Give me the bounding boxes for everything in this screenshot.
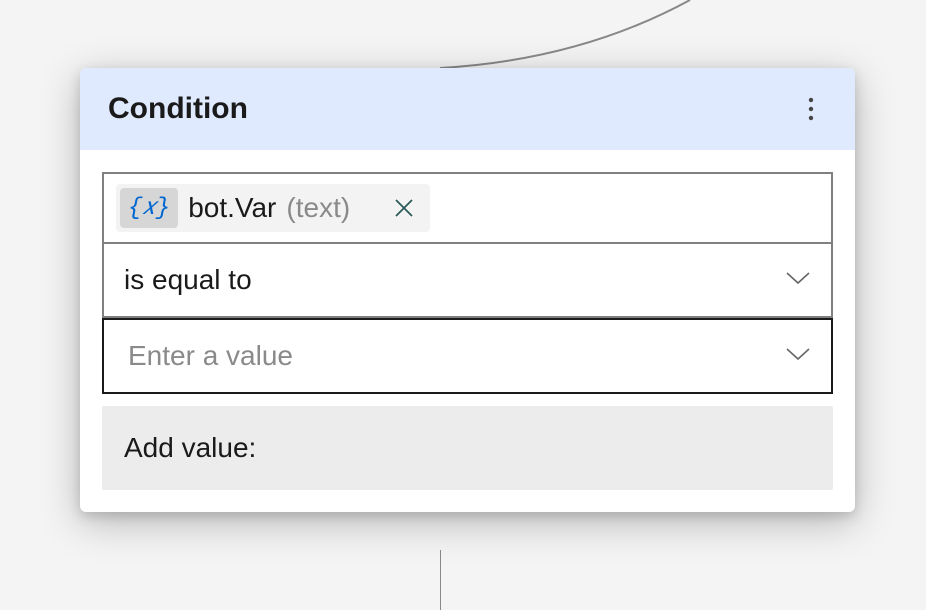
value-placeholder: Enter a value [128,340,293,372]
add-value-header: Add value: [124,432,811,464]
operator-dropdown[interactable]: is equal to [102,244,833,318]
close-icon [394,198,414,218]
card-body: {𝑥} bot.Var (text) is equal to Ente [80,150,855,512]
chevron-down-icon [785,346,811,367]
variable-chip: {𝑥} bot.Var (text) [116,184,430,232]
more-vertical-icon [808,97,814,121]
value-input[interactable]: Enter a value [102,318,833,394]
card-title: Condition [108,92,248,126]
more-options-button[interactable] [795,93,827,125]
add-value-panel: Add value: [102,406,833,490]
remove-variable-button[interactable] [394,198,414,218]
card-header: Condition [80,68,855,150]
variable-icon: {𝑥} [120,188,178,228]
variable-type-label: (text) [286,192,350,224]
connector-bottom-line [440,550,470,610]
chevron-down-icon [785,270,811,291]
variable-name: bot.Var [188,192,276,224]
condition-card: Condition {𝑥} bot.Var (text) [80,68,855,512]
connector-top-line [440,0,740,70]
variable-field[interactable]: {𝑥} bot.Var (text) [102,172,833,244]
operator-selected-label: is equal to [124,264,252,296]
